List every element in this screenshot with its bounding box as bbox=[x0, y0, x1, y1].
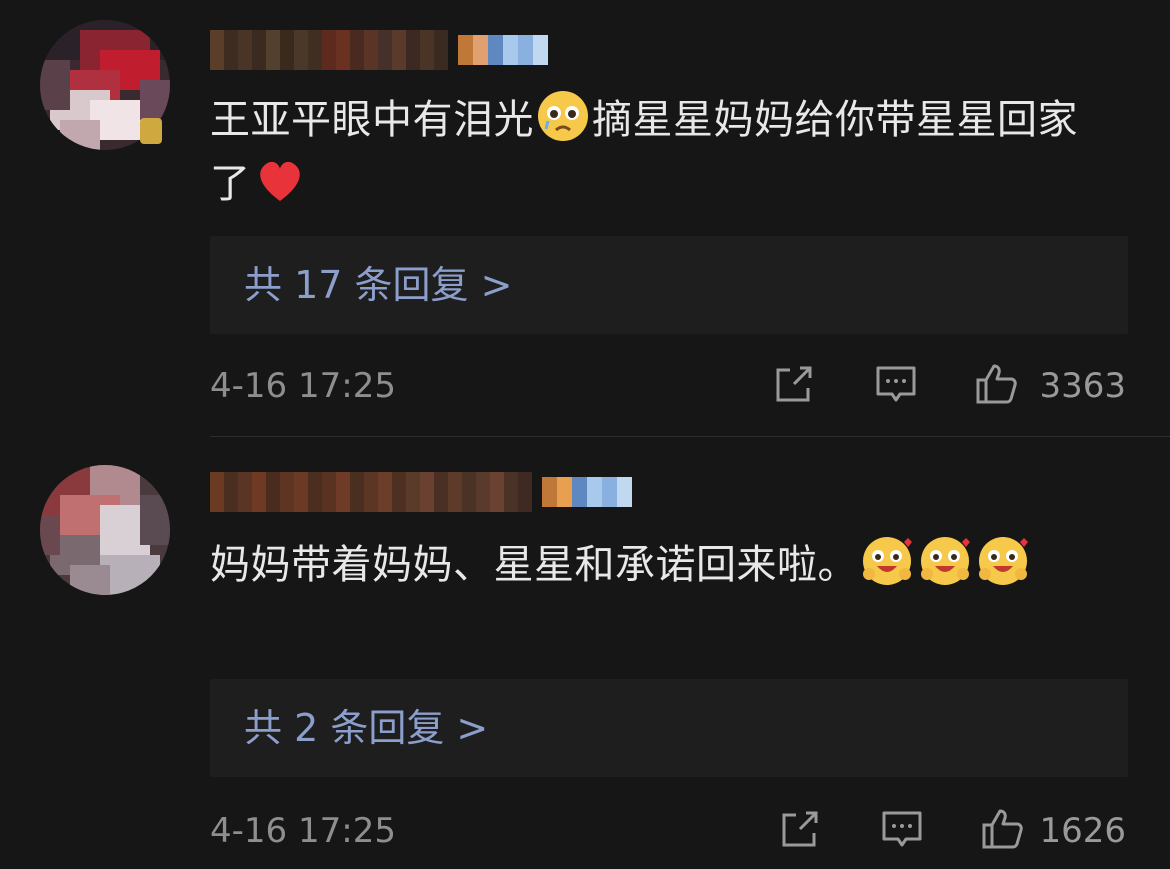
pleading-face-icon bbox=[538, 91, 588, 141]
share-icon[interactable] bbox=[778, 807, 822, 851]
comment-item: 妈妈带着妈妈、星星和承诺回来啦。 共 2 条回复 > 4-16 17:25 16… bbox=[0, 437, 1170, 869]
share-icon[interactable] bbox=[772, 362, 816, 406]
username[interactable] bbox=[210, 472, 632, 512]
like-count: 3363 bbox=[1039, 366, 1126, 406]
comment-text: 王亚平眼中有泪光 摘星星妈妈给你带星星回家了 bbox=[210, 88, 1110, 216]
replies-box[interactable]: 共 17 条回复 > bbox=[210, 236, 1128, 334]
like-count: 1626 bbox=[1039, 811, 1126, 851]
avatar[interactable] bbox=[40, 465, 170, 595]
comment-icon[interactable] bbox=[880, 807, 924, 851]
verified-badge-icon bbox=[140, 118, 162, 144]
hugging-face-icon bbox=[921, 537, 970, 585]
hugging-face-icon bbox=[979, 537, 1028, 585]
comment-text: 妈妈带着妈妈、星星和承诺回来啦。 bbox=[210, 533, 1110, 597]
view-replies-link[interactable]: 共 2 条回复 > bbox=[244, 705, 488, 751]
username[interactable] bbox=[210, 30, 548, 70]
vip-level-icon bbox=[458, 30, 548, 70]
like-icon[interactable] bbox=[980, 807, 1024, 851]
replies-box[interactable]: 共 2 条回复 > bbox=[210, 679, 1128, 777]
comment-item: 王亚平眼中有泪光 摘星星妈妈给你带星星回家了 共 17 条回复 > 4-16 1… bbox=[0, 0, 1170, 436]
vip-level-icon bbox=[542, 472, 632, 512]
comment-meta: 4-16 17:25 1626 bbox=[210, 807, 1126, 857]
hugging-face-icon bbox=[863, 537, 912, 585]
like-icon[interactable] bbox=[974, 362, 1018, 406]
red-heart-icon bbox=[259, 161, 300, 201]
timestamp: 4-16 17:25 bbox=[210, 811, 396, 851]
view-replies-link[interactable]: 共 17 条回复 > bbox=[244, 262, 512, 308]
timestamp: 4-16 17:25 bbox=[210, 366, 396, 406]
comment-meta: 4-16 17:25 3363 bbox=[210, 362, 1126, 412]
comment-icon[interactable] bbox=[874, 362, 918, 406]
